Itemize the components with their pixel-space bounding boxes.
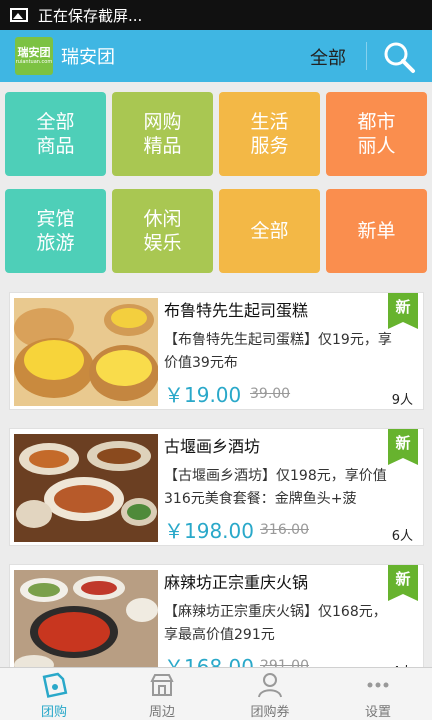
category-selector[interactable]: 全部 [310,44,346,70]
deal-original-price: 39.00 [250,386,291,402]
category-tile[interactable]: 全部商品 [5,92,106,176]
deal-card[interactable]: 古堰画乡酒坊 【古堰画乡酒坊】仅198元，享价值316元美食套餐：金牌鱼头+菠 … [9,428,424,546]
category-label: 全部 [250,220,289,242]
tab-label: 团购券 [250,705,290,720]
deal-buyer-count: 9人 [391,393,413,408]
app-bar: 瑞安团 ruiantuan.com 瑞安团 全部 [0,30,432,82]
category-label: 宾馆旅游 [36,208,75,254]
deal-buyer-count: 6人 [391,529,413,544]
app-logo[interactable]: 瑞安团 ruiantuan.com [15,37,53,75]
deal-title: 布鲁特先生起司蛋糕 [164,301,309,320]
deal-description: 【古堰画乡酒坊】仅198元，享价值316元美食套餐：金牌鱼头+菠 [164,468,387,507]
person-icon [258,673,282,698]
store-icon [150,674,174,696]
category-label: 都市丽人 [357,111,396,157]
deal-title: 古堰画乡酒坊 [164,437,261,456]
bottom-tab-bar: 团购 周边 团购券 设置 [0,667,432,720]
deal-card[interactable]: 麻辣坊正宗重庆火锅 【麻辣坊正宗重庆火锅】仅168元，享最高价值291元 ￥16… [9,564,424,682]
category-label: 网购精品 [143,111,182,157]
deal-original-price: 316.00 [260,522,309,538]
screenshot-icon [10,8,28,22]
status-bar: 正在保存截屏... [0,0,432,30]
deal-card[interactable]: 布鲁特先生起司蛋糕 【布鲁特先生起司蛋糕】仅19元，享价值39元布 ￥19.00… [9,292,424,410]
search-icon[interactable] [382,40,416,74]
deal-price: ￥19.00 [164,383,242,407]
deal-description: 【麻辣坊正宗重庆火锅】仅168元，享最高价值291元 [164,604,387,643]
deal-image [14,298,158,406]
deal-price: ￥198.00 [164,519,254,543]
category-grid: 全部商品 网购精品 生活服务 都市丽人 宾馆旅游 休闲娱乐 全部 新单 [5,92,427,276]
tab-settings[interactable]: 设置 [324,668,432,720]
category-label: 全部商品 [36,111,75,157]
tab-label: 团购 [40,705,67,720]
new-badge-label: 新 [395,298,411,316]
category-label: 生活服务 [250,111,289,157]
tab-group-buy[interactable]: 团购 [0,668,108,720]
deal-image [14,570,158,678]
logo-domain: ruiantuan.com [15,59,53,65]
deal-description: 【布鲁特先生起司蛋糕】仅19元，享价值39元布 [164,332,392,371]
new-badge-label: 新 [395,570,411,588]
header-divider [366,42,367,70]
category-label: 新单 [357,220,396,242]
app-title: 瑞安团 [61,47,115,68]
category-tile[interactable]: 全部 [219,189,320,273]
new-badge-label: 新 [395,434,411,452]
category-tile[interactable]: 宾馆旅游 [5,189,106,273]
deal-image [14,434,158,542]
category-tile[interactable]: 生活服务 [219,92,320,176]
status-text: 正在保存截屏... [38,6,143,25]
category-label: 休闲娱乐 [143,208,182,254]
category-tile[interactable]: 都市丽人 [326,92,427,176]
tag-icon [42,672,68,698]
category-tile[interactable]: 休闲娱乐 [112,189,213,273]
category-tile[interactable]: 新单 [326,189,427,273]
tab-coupons[interactable]: 团购券 [216,668,324,720]
tab-label: 设置 [364,705,391,720]
logo-text: 瑞安团 [17,46,51,59]
tab-nearby[interactable]: 周边 [108,668,216,720]
tab-label: 周边 [148,705,175,720]
category-tile[interactable]: 网购精品 [112,92,213,176]
more-icon [367,682,389,688]
deal-title: 麻辣坊正宗重庆火锅 [164,573,309,592]
